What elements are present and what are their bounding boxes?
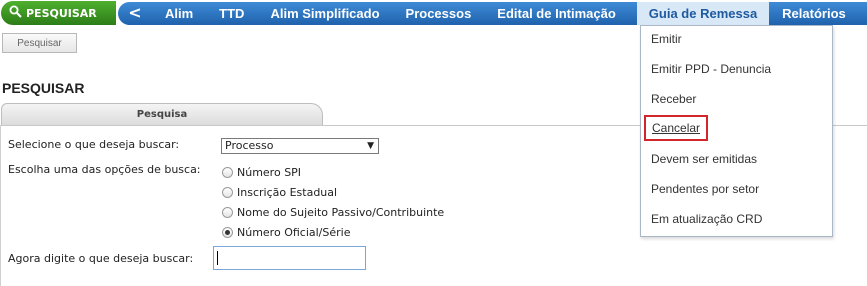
search-type-select[interactable]: Processo ▼	[221, 138, 379, 154]
menu-item-emitir[interactable]: Emitir	[651, 32, 682, 46]
menu-item-em-atualizacao-crd[interactable]: Em atualização CRD	[651, 212, 762, 226]
menu-item-receber[interactable]: Receber	[651, 92, 696, 106]
radio-option-nome-sujeito-passivo[interactable]: Nome do Sujeito Passivo/Contribuinte	[222, 206, 444, 219]
select-label: Selecione o que deseja buscar:	[8, 138, 180, 151]
nav-item-guia-de-remessa[interactable]: Guia de Remessa	[636, 2, 770, 25]
pesquisar-button[interactable]: Pesquisar	[2, 33, 77, 53]
radio-option-inscricao-estadual[interactable]: Inscrição Estadual	[222, 186, 337, 199]
radio-option-numero-oficial-serie[interactable]: Número Oficial/Série	[222, 226, 350, 239]
radio-label: Número SPI	[237, 166, 302, 179]
radio-label: Nome do Sujeito Passivo/Contribuinte	[237, 206, 445, 219]
radio-label: Número Oficial/Série	[237, 226, 351, 239]
nav-item-alim[interactable]: Alim	[152, 2, 206, 25]
magnifier-icon	[9, 5, 22, 21]
input-label: Agora digite o que deseja buscar:	[8, 252, 194, 265]
search-input[interactable]	[213, 246, 366, 270]
nav-item-ttd[interactable]: TTD	[206, 2, 257, 25]
nav-item-relatorios[interactable]: Relatórios	[769, 2, 859, 25]
pesquisar-nav-label: PESQUISAR	[26, 6, 97, 20]
menu-item-cancelar[interactable]: Cancelar	[644, 115, 709, 141]
radio-label: Inscrição Estadual	[237, 186, 338, 199]
menu-item-devem-ser-emitidas[interactable]: Devem ser emitidas	[651, 152, 757, 166]
main-nav: < Alim TTD Alim Simplificado Processos E…	[118, 2, 867, 25]
tab-pesquisa[interactable]: Pesquisa	[1, 103, 323, 125]
radio-option-numero-spi[interactable]: Número SPI	[222, 166, 301, 179]
guia-de-remessa-dropdown: Emitir Emitir PPD - Denuncia Receber Can…	[640, 25, 833, 237]
back-arrow-icon[interactable]: <	[118, 3, 152, 22]
radio-button[interactable]	[222, 187, 233, 198]
nav-item-processos[interactable]: Processos	[393, 2, 485, 25]
select-value: Processo	[225, 139, 274, 152]
menu-item-emitir-ppd-denuncia[interactable]: Emitir PPD - Denuncia	[651, 62, 771, 76]
radio-button[interactable]	[222, 167, 233, 178]
menu-item-pendentes-por-setor[interactable]: Pendentes por setor	[651, 182, 759, 196]
nav-item-alim-simplificado[interactable]: Alim Simplificado	[257, 2, 392, 25]
panel-border	[0, 125, 1, 286]
radio-button[interactable]	[222, 207, 233, 218]
nav-item-edital-de-intimacao[interactable]: Edital de Intimação	[484, 2, 628, 25]
options-label: Escolha uma das opções de busca:	[8, 163, 201, 176]
radio-button-checked[interactable]	[222, 227, 233, 238]
pesquisar-nav-button[interactable]: PESQUISAR	[1, 1, 116, 25]
page-title: PESQUISAR	[2, 80, 85, 96]
text-caret	[217, 251, 218, 265]
triangle-down-icon: ▼	[367, 141, 374, 151]
